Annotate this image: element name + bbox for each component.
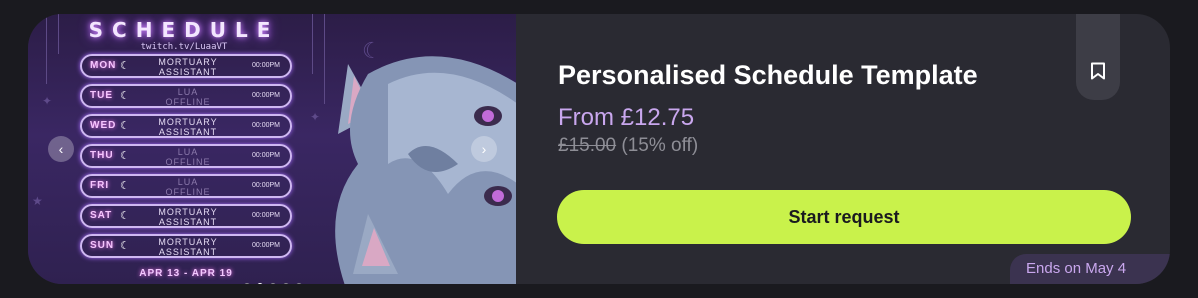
schedule-day: WED bbox=[90, 120, 117, 131]
moon-icon: ☾ bbox=[120, 180, 130, 192]
star-decoration: ✦ bbox=[42, 94, 53, 108]
schedule-event: LUA OFFLINE bbox=[142, 147, 234, 167]
carousel-dot[interactable] bbox=[296, 283, 302, 284]
schedule-time: 00:00PM bbox=[251, 152, 280, 159]
event-line-2: OFFLINE bbox=[165, 187, 211, 197]
schedule-time: 00:00PM bbox=[251, 212, 280, 219]
schedule-event: MORTUARY ASSISTANT bbox=[142, 57, 234, 77]
decoration bbox=[58, 14, 59, 54]
decoration bbox=[312, 14, 313, 74]
schedule-time: 00:00PM bbox=[251, 92, 280, 99]
schedule-day: SAT bbox=[90, 210, 113, 221]
schedule-row: SUN ☾ MORTUARY ASSISTANT 00:00PM bbox=[80, 234, 292, 258]
schedule-row: WED ☾ MORTUARY ASSISTANT 00:00PM bbox=[80, 114, 292, 138]
schedule-row: TUE ☾ LUA OFFLINE 00:00PM bbox=[80, 84, 292, 108]
schedule-event: LUA OFFLINE bbox=[142, 177, 234, 197]
chevron-right-icon: › bbox=[481, 141, 487, 157]
moon-icon: ☾ bbox=[120, 210, 130, 222]
next-image-button[interactable]: › bbox=[471, 136, 497, 162]
carousel-dot[interactable] bbox=[257, 283, 263, 284]
moon-icon: ☾ bbox=[120, 120, 130, 132]
image-gallery[interactable]: ✦ ✦ ☾ ★ SCHEDULE twitch.tv/LuaaVT MON ☾ MO… bbox=[28, 14, 516, 284]
event-line-1: MORTUARY bbox=[158, 57, 218, 67]
bookmark-button[interactable] bbox=[1076, 14, 1120, 100]
event-line-2: OFFLINE bbox=[165, 97, 211, 107]
schedule-event: MORTUARY ASSISTANT bbox=[142, 237, 234, 257]
schedule-event: MORTUARY ASSISTANT bbox=[142, 207, 234, 227]
schedule-time: 00:00PM bbox=[251, 182, 280, 189]
star-decoration: ✦ bbox=[310, 110, 321, 124]
product-card: ✦ ✦ ☾ ★ SCHEDULE twitch.tv/LuaaVT MON ☾ MO… bbox=[28, 14, 1170, 284]
prev-image-button[interactable]: ‹ bbox=[48, 136, 74, 162]
event-line-2: ASSISTANT bbox=[158, 247, 218, 257]
schedule-row: THU ☾ LUA OFFLINE 00:00PM bbox=[80, 144, 292, 168]
bookmark-icon bbox=[1091, 62, 1105, 80]
product-price: From £12.75 bbox=[558, 104, 695, 131]
ends-on-badge: Ends on May 4 bbox=[1010, 254, 1170, 284]
decoration bbox=[46, 14, 47, 84]
event-line-1: MORTUARY bbox=[158, 117, 218, 127]
event-line-1: LUA bbox=[177, 87, 199, 97]
event-line-1: LUA bbox=[177, 177, 199, 187]
event-line-2: ASSISTANT bbox=[158, 127, 218, 137]
carousel-dot[interactable] bbox=[270, 283, 276, 284]
schedule-day: FRI bbox=[90, 180, 110, 191]
star-decoration: ★ bbox=[32, 194, 43, 208]
decoration bbox=[324, 14, 325, 104]
carousel-dots bbox=[244, 276, 309, 284]
schedule-time: 00:00PM bbox=[251, 62, 280, 69]
strikethrough-price: £15.00 bbox=[558, 135, 617, 156]
chevron-left-icon: ‹ bbox=[58, 141, 64, 157]
schedule-url: twitch.tv/LuaaVT bbox=[140, 42, 228, 52]
event-line-2: ASSISTANT bbox=[158, 217, 218, 227]
schedule-event: LUA OFFLINE bbox=[142, 87, 234, 107]
moon-icon: ☾ bbox=[120, 90, 130, 102]
character-illustration bbox=[335, 56, 516, 284]
start-request-button[interactable]: Start request bbox=[557, 190, 1131, 244]
discount-label: (15% off) bbox=[621, 135, 699, 156]
schedule-row: MON ☾ MORTUARY ASSISTANT 00:00PM bbox=[80, 54, 292, 78]
schedule-event: MORTUARY ASSISTANT bbox=[142, 117, 234, 137]
carousel-dot[interactable] bbox=[244, 283, 250, 284]
schedule-day: THU bbox=[90, 150, 114, 161]
schedule-row: SAT ☾ MORTUARY ASSISTANT 00:00PM bbox=[80, 204, 292, 228]
schedule-day: TUE bbox=[90, 90, 113, 101]
event-line-2: OFFLINE bbox=[165, 157, 211, 167]
schedule-day: MON bbox=[90, 60, 117, 71]
moon-icon: ☾ bbox=[120, 240, 130, 252]
schedule-time: 00:00PM bbox=[251, 242, 280, 249]
event-line-1: MORTUARY bbox=[158, 207, 218, 217]
event-line-1: LUA bbox=[177, 147, 199, 157]
carousel-dot[interactable] bbox=[283, 283, 289, 284]
event-line-2: ASSISTANT bbox=[158, 67, 218, 77]
original-price: £15.00 (15% off) bbox=[558, 135, 698, 157]
moon-icon: ☾ bbox=[120, 150, 130, 162]
schedule-time: 00:00PM bbox=[251, 122, 280, 129]
product-title: Personalised Schedule Template bbox=[558, 60, 978, 90]
event-line-1: MORTUARY bbox=[158, 237, 218, 247]
schedule-heading: SCHEDULE bbox=[88, 18, 280, 42]
moon-icon: ☾ bbox=[120, 60, 130, 72]
schedule-day: SUN bbox=[90, 240, 115, 251]
schedule-row: FRI ☾ LUA OFFLINE 00:00PM bbox=[80, 174, 292, 198]
